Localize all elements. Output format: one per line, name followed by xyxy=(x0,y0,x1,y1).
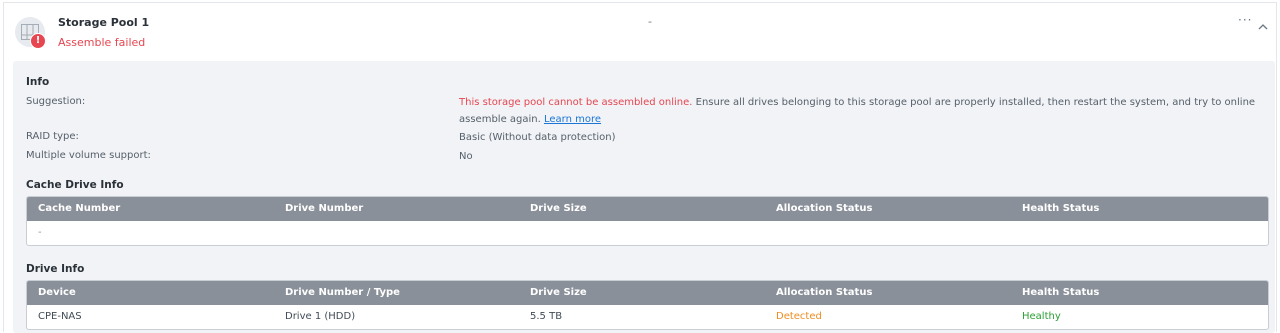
suggestion-label: Suggestion: xyxy=(26,96,86,107)
info-section-title: Info xyxy=(26,76,50,88)
column-header[interactable]: Drive Size xyxy=(530,287,587,298)
drive-info-table: Device Drive Number / Type Drive Size Al… xyxy=(26,280,1269,330)
pool-details: Info Suggestion: This storage pool canno… xyxy=(13,61,1275,333)
column-header[interactable]: Cache Number xyxy=(38,203,120,214)
pool-summary: - xyxy=(648,15,652,28)
cache-table-header: Cache Number Drive Number Drive Size All… xyxy=(27,197,1268,221)
multiple-volume-value: No xyxy=(459,151,473,162)
pool-header[interactable]: ! Storage Pool 1 Assemble failed - ··· xyxy=(4,3,1276,61)
collapse-button[interactable] xyxy=(1258,15,1270,30)
column-header[interactable]: Drive Number xyxy=(285,203,363,214)
chevron-up-icon xyxy=(1258,24,1268,30)
more-options-button[interactable]: ··· xyxy=(1238,13,1252,27)
device-cell: CPE-NAS xyxy=(38,311,82,322)
column-header[interactable]: Health Status xyxy=(1022,287,1099,298)
cache-section-title: Cache Drive Info xyxy=(26,179,124,191)
column-header[interactable]: Allocation Status xyxy=(776,203,872,214)
suggestion-value: This storage pool cannot be assembled on… xyxy=(459,94,1269,128)
table-row[interactable]: CPE-NAS Drive 1 (HDD) 5.5 TB Detected He… xyxy=(27,305,1268,329)
column-header[interactable]: Device xyxy=(38,287,76,298)
column-header[interactable]: Health Status xyxy=(1022,203,1099,214)
drive-section-title: Drive Info xyxy=(26,263,85,275)
drive-size-cell: 5.5 TB xyxy=(530,311,563,322)
health-status-cell: Healthy xyxy=(1022,311,1061,322)
cache-drive-table: Cache Number Drive Number Drive Size All… xyxy=(26,196,1269,246)
learn-more-link[interactable]: Learn more xyxy=(544,114,601,125)
raid-type-label: RAID type: xyxy=(26,131,79,142)
multiple-volume-label: Multiple volume support: xyxy=(26,150,151,161)
table-row: - xyxy=(27,221,1268,245)
drive-number-cell: Drive 1 (HDD) xyxy=(285,311,356,322)
storage-pool-panel: ! Storage Pool 1 Assemble failed - ··· I… xyxy=(3,2,1277,333)
column-header[interactable]: Drive Number / Type xyxy=(285,287,400,298)
pool-status: Assemble failed xyxy=(58,36,146,49)
raid-type-value: Basic (Without data protection) xyxy=(459,132,616,143)
drive-table-header: Device Drive Number / Type Drive Size Al… xyxy=(27,281,1268,305)
suggestion-error-text: This storage pool cannot be assembled on… xyxy=(459,97,693,108)
column-header[interactable]: Allocation Status xyxy=(776,287,872,298)
column-header[interactable]: Drive Size xyxy=(530,203,587,214)
pool-title: Storage Pool 1 xyxy=(58,16,150,29)
error-badge-icon: ! xyxy=(30,33,46,49)
empty-cell: - xyxy=(38,227,42,238)
allocation-status-cell: Detected xyxy=(776,311,822,322)
